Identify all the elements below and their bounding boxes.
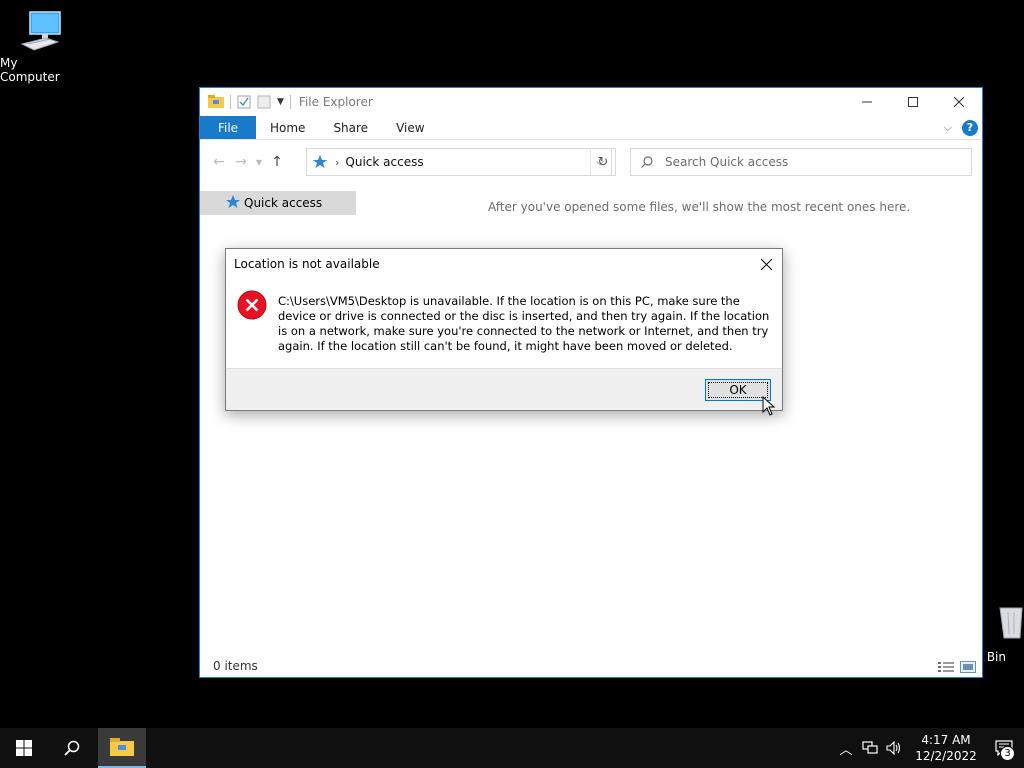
navigation-bar: ← → ▼ ↑ › Quick access ⌵ ↻: [200, 146, 982, 178]
star-pin-icon: [313, 155, 327, 168]
star-pin-icon: [226, 195, 240, 208]
refresh-icon: ↻: [597, 154, 609, 170]
search-box[interactable]: [630, 148, 972, 176]
taskbar-file-explorer-button[interactable]: [98, 728, 146, 768]
desktop-icon-my-computer[interactable]: My Computer: [0, 8, 80, 84]
show-hidden-icons-button[interactable]: ︿: [834, 728, 858, 768]
item-count: 0 items: [213, 659, 258, 673]
forward-button[interactable]: →: [230, 151, 252, 173]
clock-time: 4:17 AM: [921, 733, 971, 747]
ribbon: File Home Share View ⌵ ?: [200, 116, 982, 140]
recent-locations-button[interactable]: ▼: [252, 151, 266, 173]
sidebar-item-label: Quick access: [244, 196, 323, 210]
large-icons-view-icon[interactable]: [960, 661, 976, 673]
help-button[interactable]: ?: [962, 119, 978, 136]
empty-state-message: After you've opened some files, we'll sh…: [488, 200, 911, 214]
maximize-icon: [908, 97, 918, 107]
computer-icon: [20, 11, 61, 51]
dialog-title: Location is not available: [234, 257, 380, 271]
notification-badge: 3: [1000, 746, 1015, 761]
breadcrumb-separator-icon: ›: [335, 155, 340, 169]
arrow-left-icon: ←: [213, 154, 225, 170]
desktop-icon-label: My Computer: [0, 56, 60, 84]
tab-share[interactable]: Share: [319, 116, 382, 139]
search-input[interactable]: [665, 155, 945, 169]
folder-icon: [208, 95, 224, 108]
status-bar: 0 items: [200, 655, 982, 677]
close-icon: [954, 97, 964, 107]
start-button[interactable]: [0, 728, 48, 768]
back-button[interactable]: ←: [208, 151, 230, 173]
up-button[interactable]: ↑: [266, 151, 288, 173]
volume-button[interactable]: [882, 728, 906, 768]
error-icon: [237, 290, 267, 320]
toolbar-separator: [230, 95, 231, 109]
properties-icon[interactable]: [237, 95, 251, 109]
action-center-button[interactable]: 3: [984, 728, 1024, 768]
new-folder-icon[interactable]: [257, 95, 271, 109]
address-bar[interactable]: › Quick access ⌵: [306, 148, 612, 176]
window-controls: [844, 88, 982, 116]
minimize-icon: [862, 101, 872, 103]
arrow-right-icon: →: [235, 154, 247, 170]
network-icon: [862, 741, 878, 754]
recycle-bin-icon: [999, 607, 1023, 639]
speaker-icon: [886, 741, 901, 755]
details-view-icon[interactable]: [938, 661, 954, 673]
dialog-close-button[interactable]: [756, 255, 776, 273]
clock-date: 12/2/2022: [915, 749, 977, 763]
chevron-down-icon: ▼: [255, 157, 263, 167]
refresh-button[interactable]: ↻: [590, 148, 616, 176]
expand-ribbon-chevron-icon[interactable]: ⌵: [944, 121, 952, 135]
tab-home[interactable]: Home: [256, 116, 319, 139]
dialog-message: C:\Users\VM5\Desktop is unavailable. If …: [278, 294, 770, 353]
tab-view[interactable]: View: [382, 116, 438, 139]
minimize-button[interactable]: [844, 88, 890, 116]
tab-file[interactable]: File: [200, 116, 256, 139]
breadcrumb-item[interactable]: Quick access: [345, 155, 423, 169]
clock[interactable]: 4:17 AM 12/2/2022: [914, 732, 978, 764]
windows-logo-icon: [16, 740, 32, 756]
system-tray: ︿ 4:17 AM 12/2/2022 3: [834, 728, 1024, 768]
close-button[interactable]: [936, 88, 982, 116]
window-title: File Explorer: [298, 95, 373, 109]
network-button[interactable]: [858, 728, 882, 768]
arrow-up-icon: ↑: [271, 154, 283, 170]
dialog-footer: OK: [226, 368, 782, 410]
search-button[interactable]: [48, 728, 96, 768]
search-icon: [641, 156, 653, 168]
search-icon: [64, 740, 80, 756]
title-bar[interactable]: ▼ File Explorer: [200, 88, 982, 116]
taskbar: ︿ 4:17 AM 12/2/2022 3: [0, 728, 1024, 768]
toolbar-separator: [289, 95, 291, 109]
sidebar-item-quick-access[interactable]: Quick access: [200, 191, 356, 215]
maximize-button[interactable]: [890, 88, 936, 116]
error-dialog: Location is not available C:\Users\VM5\D…: [225, 248, 783, 411]
chevron-up-icon: ︿: [839, 742, 853, 758]
customize-toolbar-icon[interactable]: ▼: [277, 97, 284, 107]
mouse-cursor-icon: [762, 396, 776, 416]
close-icon: [760, 258, 772, 270]
folder-icon: [110, 738, 134, 756]
quick-access-toolbar: ▼: [200, 95, 291, 109]
